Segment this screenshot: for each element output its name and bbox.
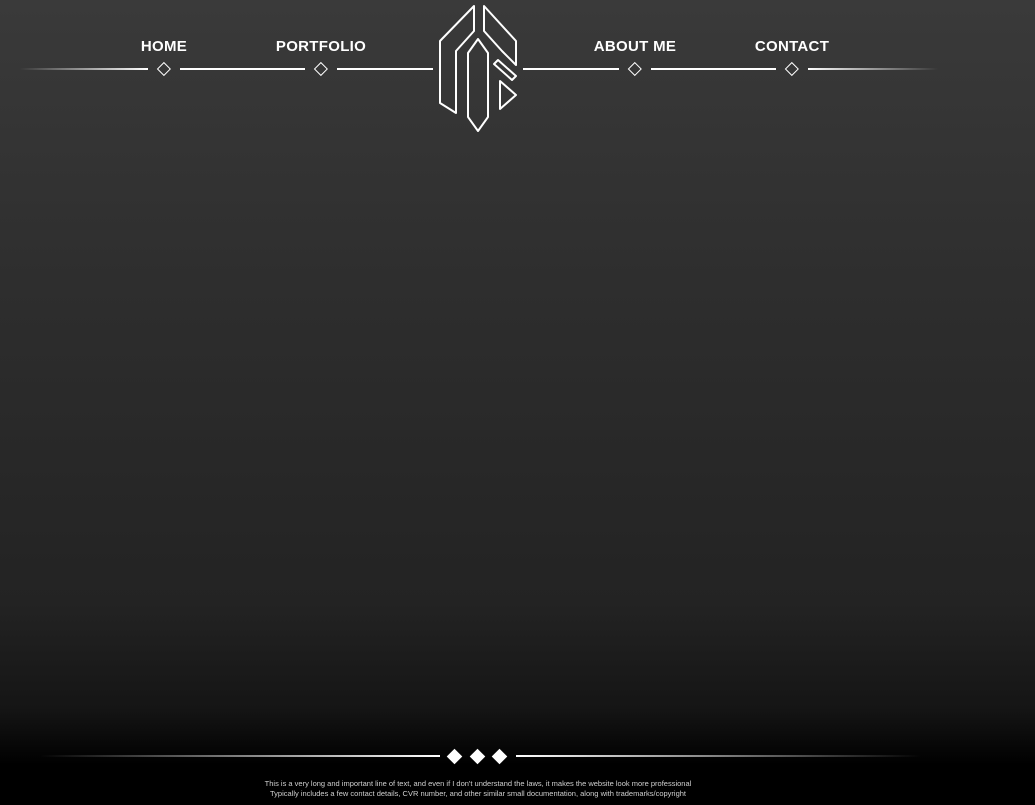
diamond-icon [446, 748, 463, 765]
nav-item-portfolio[interactable]: PORTFOLIO [276, 38, 366, 77]
nav-item-label[interactable]: HOME [141, 38, 187, 55]
nav-item-label[interactable]: PORTFOLIO [276, 38, 366, 55]
nav-divider-line [180, 68, 305, 70]
diamond-icon [469, 748, 486, 765]
nav-item-contact[interactable]: CONTACT [755, 38, 829, 77]
diamond-icon [784, 61, 800, 77]
footer-divider-line [516, 755, 921, 757]
site-header: HOME PORTFOLIO ABOUT ME CONTACT [0, 0, 1035, 140]
footer-divider-line [40, 755, 440, 757]
diamond-icon [156, 61, 172, 77]
logo-icon[interactable] [436, 3, 520, 133]
nav-divider-line [808, 68, 938, 70]
diamond-icon [313, 61, 329, 77]
nav-divider-line [337, 68, 433, 70]
site-footer: This is a very long and important line o… [0, 735, 1035, 805]
nav-item-home[interactable]: HOME [141, 38, 187, 77]
footer-legal-text: This is a very long and important line o… [264, 779, 692, 788]
nav-item-about-me[interactable]: ABOUT ME [594, 38, 676, 77]
nav-item-label[interactable]: ABOUT ME [594, 38, 676, 55]
diamond-icon [491, 748, 508, 765]
three-diamonds-icon [446, 748, 510, 765]
nav-item-label[interactable]: CONTACT [755, 38, 829, 55]
nav-divider-line [20, 68, 148, 70]
footer-contact-text: Typically includes a few contact details… [269, 789, 687, 798]
nav-divider-line [523, 68, 619, 70]
diamond-icon [627, 61, 643, 77]
nav-divider-line [651, 68, 776, 70]
